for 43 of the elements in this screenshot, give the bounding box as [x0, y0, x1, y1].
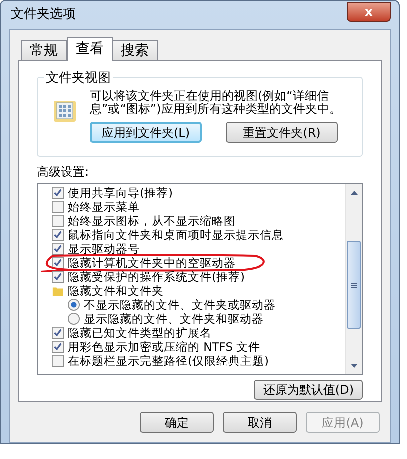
checkbox[interactable] — [52, 341, 64, 353]
checkbox[interactable] — [52, 215, 64, 227]
tab[interactable]: 常规 — [21, 40, 67, 60]
setting-label: 始终显示图标，从不显示缩略图 — [68, 214, 236, 228]
description-text: 可以将该文件夹正在使用的视图(例如“详细信息”或“图标”)应用到所有这种类型的文件夹中。 — [90, 90, 342, 116]
checkbox[interactable] — [52, 243, 64, 255]
scroll-thumb[interactable] — [347, 241, 361, 329]
setting-label: 显示隐藏的文件、文件夹和驱动器 — [84, 312, 264, 326]
setting-label: 显示驱动器号 — [68, 242, 140, 256]
tab[interactable]: 查看 — [67, 37, 113, 61]
folder-icon — [52, 285, 64, 297]
checkbox[interactable] — [52, 257, 64, 269]
folder-view-icon — [52, 98, 78, 124]
section-label: 高级设置: — [37, 165, 90, 179]
dialog-button[interactable]: 确定 — [140, 412, 214, 433]
folder-button[interactable]: 重置文件夹(R) — [226, 122, 338, 143]
tab[interactable]: 搜索 — [112, 40, 158, 60]
setting-label: 在标题栏显示完整路径(仅限经典主题) — [68, 354, 269, 368]
checkbox[interactable] — [52, 327, 64, 339]
setting-label: 用彩色显示加密或压缩的 NTFS 文件 — [68, 340, 261, 354]
checkbox[interactable] — [52, 355, 64, 367]
setting-label: 不显示隐藏的文件、文件夹或驱动器 — [84, 298, 276, 312]
scroll-down-icon[interactable] — [350, 364, 358, 368]
folder-button[interactable]: 应用到文件夹(L) — [90, 122, 202, 143]
checkbox[interactable] — [52, 229, 64, 241]
setting-label: 隐藏计算机文件夹中的空驱动器 — [68, 256, 236, 270]
setting-label: 隐藏已知文件类型的扩展名 — [68, 326, 212, 340]
setting-label: 始终显示菜单 — [68, 200, 140, 214]
setting-label: 使用共享向导(推荐) — [68, 186, 173, 200]
setting-label: 隐藏受保护的操作系统文件(推荐) — [68, 270, 245, 284]
radio-button[interactable] — [68, 313, 80, 325]
checkbox[interactable] — [52, 271, 64, 283]
restore-defaults-button[interactable]: 还原为默认值(D) — [254, 380, 363, 400]
radio-button[interactable] — [68, 299, 80, 311]
window-title: 文件夹选项 — [11, 6, 76, 24]
scroll-up-icon[interactable] — [350, 190, 358, 194]
checkbox[interactable] — [52, 201, 64, 213]
setting-label: 隐藏文件和文件夹 — [68, 284, 164, 298]
dialog-button[interactable]: 取消 — [223, 412, 297, 433]
scrollbar[interactable] — [345, 184, 362, 374]
checkbox[interactable] — [52, 187, 64, 199]
setting-label: 鼠标指向文件夹和桌面项时显示提示信息 — [68, 228, 284, 242]
grip-icon — [351, 282, 357, 288]
